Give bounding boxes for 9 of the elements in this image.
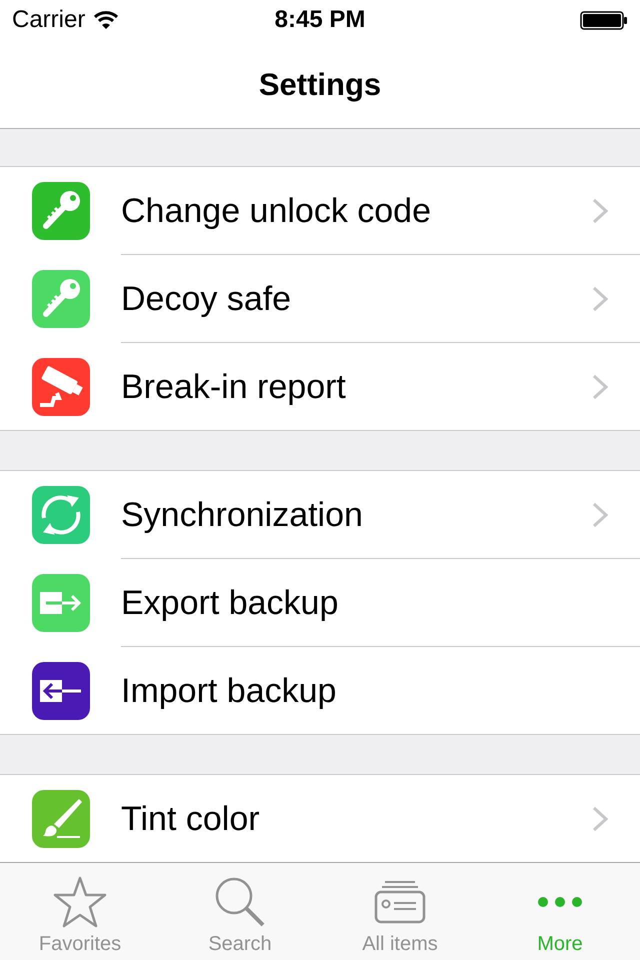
wifi-icon bbox=[93, 10, 120, 30]
more-dots-icon bbox=[537, 896, 583, 908]
status-time: 8:45 PM bbox=[274, 8, 366, 32]
card-stack-icon bbox=[374, 880, 426, 924]
battery-icon bbox=[580, 10, 628, 30]
star-icon bbox=[53, 876, 107, 928]
search-icon bbox=[214, 876, 266, 928]
page-title: Settings bbox=[258, 68, 382, 100]
carrier-label: Carrier bbox=[12, 8, 86, 32]
